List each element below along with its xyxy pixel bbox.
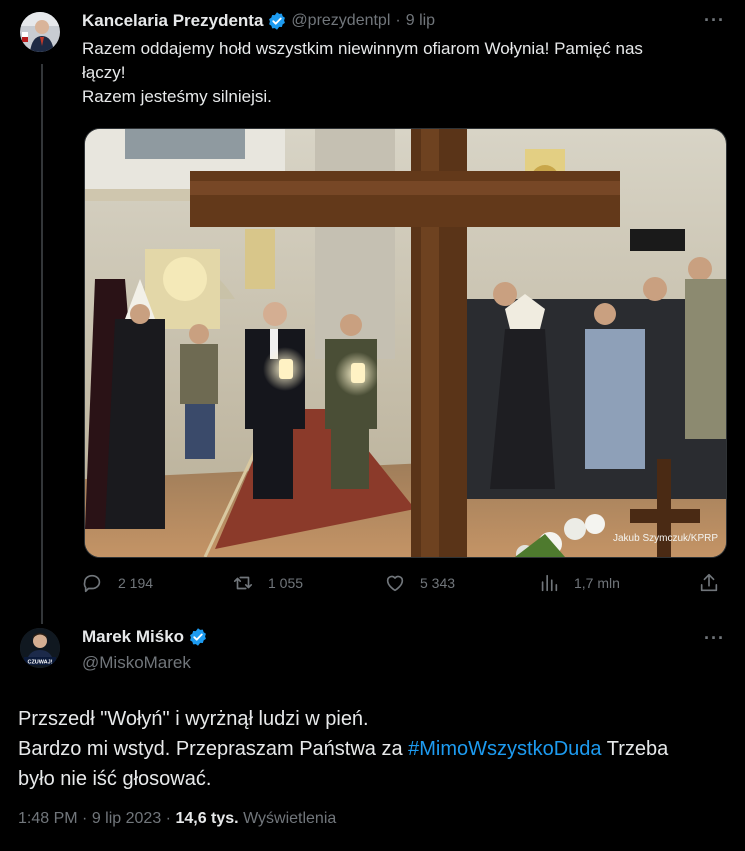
tweet2-text-line2: Bardzo mi wstyd. Przepraszam Państwa za … bbox=[18, 734, 738, 764]
tweet1-more-icon[interactable]: ··· bbox=[704, 10, 725, 31]
tweet1-text: Razem oddajemy hołd wszystkim niewinnym … bbox=[82, 37, 722, 109]
tweet1-action-bar: 2 194 1 055 5 343 1,7 mln bbox=[82, 572, 722, 600]
reply-icon bbox=[83, 574, 101, 593]
reply-button[interactable]: 2 194 bbox=[82, 572, 153, 594]
verified-badge-icon bbox=[269, 12, 286, 30]
tweet1-text-line3: Razem jesteśmy silniejsi. bbox=[82, 87, 272, 106]
retweet-button[interactable]: 1 055 bbox=[232, 572, 303, 594]
share-button[interactable] bbox=[698, 572, 734, 594]
bar-chart-icon bbox=[541, 574, 558, 592]
tweet2-views-label: Wyświetlenia bbox=[243, 810, 337, 827]
thread-connector-line bbox=[41, 64, 43, 624]
tweet2-text-line2-end: Trzeba bbox=[601, 738, 669, 760]
meta-dot: · bbox=[82, 810, 92, 827]
heart-icon bbox=[386, 575, 404, 592]
views-count: 1,7 mln bbox=[574, 575, 620, 591]
photo-credit: Jakub Szymczuk/KPRP bbox=[613, 533, 718, 544]
tweet1-header: Kancelaria Prezydenta @prezydentpl · 9 l… bbox=[82, 11, 435, 31]
avatar-caption: CZUWAJ! bbox=[27, 660, 52, 666]
tweet2-handle[interactable]: @MiskoMarek bbox=[82, 653, 191, 673]
tweet1-handle[interactable]: @prezydentpl bbox=[291, 12, 390, 30]
tweet2-views-count: 14,6 tys. bbox=[175, 810, 239, 827]
reply-count: 2 194 bbox=[118, 575, 154, 591]
views-button[interactable]: 1,7 mln bbox=[538, 572, 620, 594]
marek-misko-avatar[interactable]: CZUWAJ! bbox=[20, 628, 60, 668]
tweet2-text-line1: Przszedł "Wołyń" i wyrżnął ludzi w pień. bbox=[18, 708, 369, 730]
retweet-count: 1 055 bbox=[268, 575, 304, 591]
retweet-icon bbox=[233, 576, 253, 590]
tweet2-header: Marek Miśko bbox=[82, 627, 212, 647]
tweet1-date[interactable]: 9 lip bbox=[406, 12, 435, 30]
tweet2-handle-row: @MiskoMarek bbox=[82, 653, 191, 673]
share-icon bbox=[700, 573, 718, 592]
tweet2-author-name[interactable]: Marek Miśko bbox=[82, 627, 184, 647]
tweet2-date[interactable]: 9 lip 2023 bbox=[92, 810, 161, 827]
tweet2-more-icon[interactable]: ··· bbox=[704, 628, 725, 649]
cathedral-procession-photo: Jakub Szymczuk/KPRP bbox=[85, 129, 726, 557]
hashtag-link[interactable]: #MimoWszystkoDuda bbox=[408, 738, 601, 760]
tweet2-time[interactable]: 1:48 PM bbox=[18, 810, 78, 827]
tweet2-meta: 1:48 PM · 9 lip 2023 · 14,6 tys. Wyświet… bbox=[18, 810, 336, 828]
tweet1-text-line1: Razem oddajemy hołd wszystkim niewinnym … bbox=[82, 39, 643, 58]
tweet2-text-line2-start: Bardzo mi wstyd. Przepraszam Państwa za bbox=[18, 738, 409, 760]
kancelaria-avatar[interactable] bbox=[20, 12, 60, 52]
tweet2-text-line3: było nie iść głosować. bbox=[18, 768, 212, 790]
tweet2-text: Przszedł "Wołyń" i wyrżnął ludzi w pień.… bbox=[18, 704, 738, 794]
like-count: 5 343 bbox=[420, 575, 456, 591]
like-button[interactable]: 5 343 bbox=[384, 572, 455, 594]
tweet1-separator: · bbox=[395, 12, 401, 29]
tweet1-photo[interactable]: Jakub Szymczuk/KPRP bbox=[84, 128, 727, 558]
tweet1-text-line2: łączy! bbox=[82, 63, 126, 82]
verified-badge-icon bbox=[190, 628, 206, 646]
tweet1-author-name[interactable]: Kancelaria Prezydenta bbox=[82, 11, 263, 31]
meta-dot: · bbox=[165, 810, 176, 827]
